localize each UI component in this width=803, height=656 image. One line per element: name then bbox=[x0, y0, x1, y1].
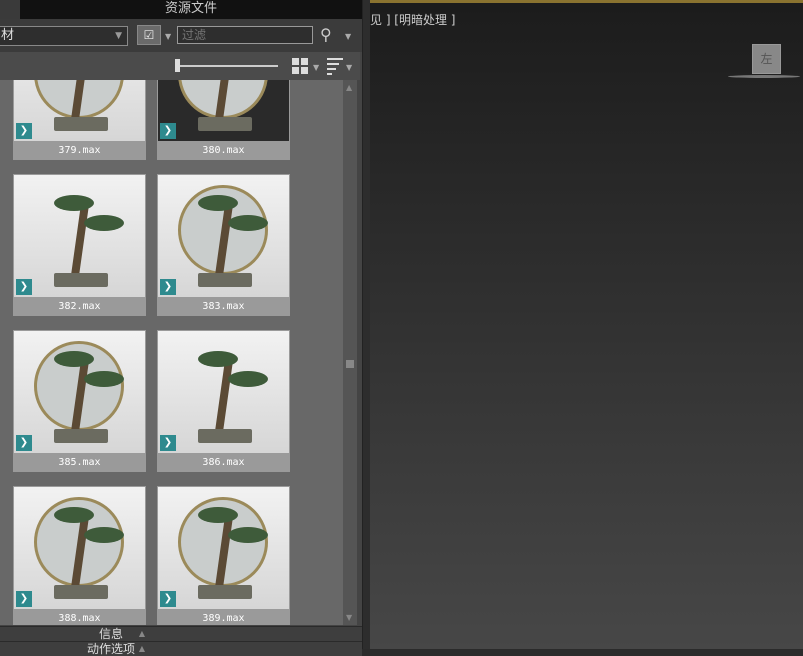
max-file-icon: ❯ bbox=[16, 123, 32, 139]
thumbnail-image: ❯ bbox=[14, 80, 145, 141]
chevron-down-icon[interactable]: ▼ bbox=[345, 32, 351, 41]
filter-toggle-button[interactable]: ☑ bbox=[137, 25, 161, 45]
panel-titlebar: 资源文件 bbox=[0, 0, 362, 19]
pot bbox=[54, 429, 108, 443]
thumbnail-label: 388.max bbox=[58, 613, 101, 624]
max-file-icon: ❯ bbox=[16, 591, 32, 607]
tree-trunk bbox=[215, 360, 233, 432]
tree-foliage bbox=[84, 371, 124, 387]
max-file-icon: ❯ bbox=[160, 591, 176, 607]
asset-thumbnail[interactable]: ❯ 382.max bbox=[13, 174, 146, 316]
tree-foliage bbox=[228, 527, 268, 543]
chevron-down-icon[interactable]: ▼ bbox=[346, 63, 352, 72]
pot bbox=[54, 273, 108, 287]
asset-thumbnail[interactable]: ❯ 383.max bbox=[157, 174, 290, 316]
tree-foliage bbox=[84, 527, 124, 543]
pot bbox=[198, 117, 252, 131]
thumbnail-size-slider[interactable] bbox=[176, 65, 278, 67]
pot bbox=[198, 429, 252, 443]
max-file-icon: ❯ bbox=[160, 279, 176, 295]
thumbnail-image: ❯ bbox=[14, 175, 145, 297]
tree-foliage bbox=[84, 215, 124, 231]
thumbnail-image: ❯ bbox=[158, 487, 289, 609]
filter-input[interactable] bbox=[177, 26, 313, 44]
max-file-icon: ❯ bbox=[160, 123, 176, 139]
thumbnail-label: 380.max bbox=[202, 145, 245, 156]
thumbnail-label: 383.max bbox=[202, 301, 245, 312]
tree-foliage bbox=[198, 507, 238, 523]
tree-foliage bbox=[54, 507, 94, 523]
chevron-down-icon[interactable]: ▼ bbox=[165, 32, 171, 41]
thumbnail-label: 389.max bbox=[202, 613, 245, 624]
asset-thumbnail[interactable]: ❯ 388.max bbox=[13, 486, 146, 625]
panel-title: 资源文件 bbox=[20, 0, 362, 19]
pot bbox=[198, 273, 252, 287]
tree-foliage bbox=[198, 195, 238, 211]
viewport-label[interactable]: 见 ] [明暗处理 ] bbox=[370, 11, 456, 28]
pot bbox=[198, 585, 252, 599]
thumbnail-image: ❯ bbox=[158, 331, 289, 453]
scrollbar[interactable]: ▲ ▼ bbox=[343, 80, 357, 625]
thumbnail-label: 385.max bbox=[58, 457, 101, 468]
slider-handle[interactable] bbox=[175, 59, 180, 72]
asset-thumbnail[interactable]: ❯ 389.max bbox=[157, 486, 290, 625]
sort-icon[interactable] bbox=[327, 58, 343, 78]
thumbnail-label: 382.max bbox=[58, 301, 101, 312]
grid-view-icon[interactable] bbox=[292, 58, 308, 74]
thumbnail-grid: ❯ 379.max ❯ 380.max ❯ 382.max ❯ 383.max ❯ 385.max… bbox=[0, 80, 343, 625]
asset-thumbnail[interactable]: ❯ 380.max bbox=[157, 80, 290, 160]
thumbnail-label: 379.max bbox=[58, 145, 101, 156]
panel-splitter[interactable] bbox=[362, 0, 370, 649]
pot bbox=[54, 585, 108, 599]
tree-foliage bbox=[228, 215, 268, 231]
tree-foliage bbox=[54, 351, 94, 367]
chevron-down-icon: ▼ bbox=[115, 31, 122, 41]
max-file-icon: ❯ bbox=[16, 279, 32, 295]
asset-browser-panel: 资源文件 材▼ ☑ ▼ ⚲ ▼ ▼ ▼ ❯379.max❯380.max❯382… bbox=[0, 0, 362, 656]
section-info[interactable]: 信息 ▲ bbox=[0, 626, 362, 641]
thumbnail-label: 386.max bbox=[202, 457, 245, 468]
max-file-icon: ❯ bbox=[16, 435, 32, 451]
tree-foliage bbox=[198, 351, 238, 367]
tree-trunk bbox=[71, 204, 89, 276]
combo-value: 材 bbox=[1, 28, 15, 43]
viewcube-ring[interactable] bbox=[728, 75, 800, 78]
viewport[interactable]: 见 ] [明暗处理 ] 左 bbox=[370, 0, 803, 649]
viewcube[interactable]: 左 bbox=[752, 44, 781, 74]
asset-thumbnail[interactable]: ❯ 379.max bbox=[13, 80, 146, 160]
search-icon[interactable]: ⚲ bbox=[320, 25, 332, 44]
thumbnail-image: ❯ bbox=[14, 331, 145, 453]
tree-foliage bbox=[228, 371, 268, 387]
pot bbox=[54, 117, 108, 131]
thumbnail-image: ❯ bbox=[14, 487, 145, 609]
thumbnail-image: ❯ bbox=[158, 175, 289, 297]
path-combo[interactable]: 材 ▼ bbox=[0, 26, 128, 46]
asset-thumbnail[interactable]: ❯ 385.max bbox=[13, 330, 146, 472]
tree-foliage bbox=[54, 195, 94, 211]
max-file-icon: ❯ bbox=[160, 435, 176, 451]
thumbnail-image: ❯ bbox=[158, 80, 289, 141]
asset-thumbnail[interactable]: ❯ 386.max bbox=[157, 330, 290, 472]
chevron-down-icon[interactable]: ▼ bbox=[313, 63, 319, 72]
